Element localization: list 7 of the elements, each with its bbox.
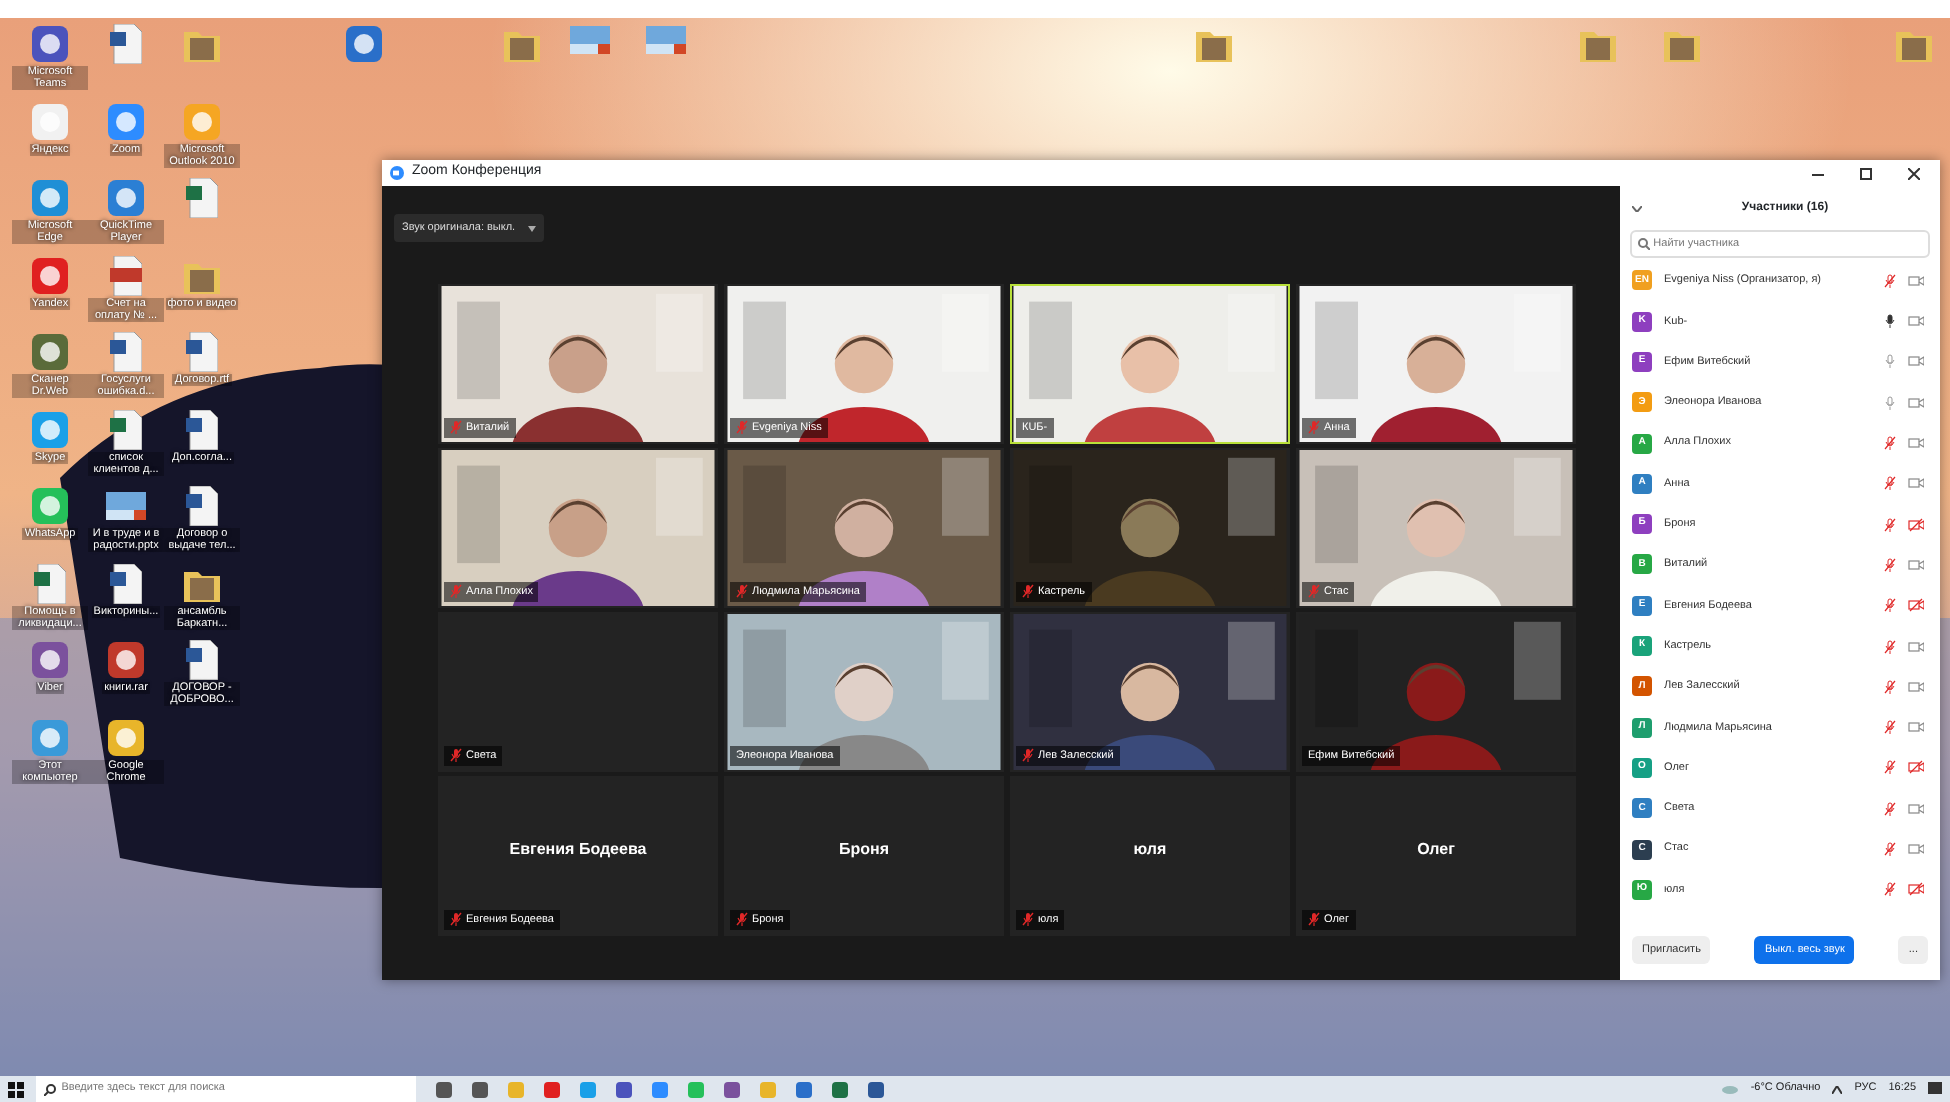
search-icon xyxy=(44,1083,56,1095)
app-icon[interactable] xyxy=(472,1081,488,1097)
chevron-icon[interactable] xyxy=(1832,1085,1843,1093)
windows-icon[interactable] xyxy=(8,1081,24,1097)
notification-icon[interactable] xyxy=(1928,1082,1942,1096)
cloud-icon xyxy=(1722,1084,1739,1094)
app-icon[interactable] xyxy=(436,1081,452,1097)
